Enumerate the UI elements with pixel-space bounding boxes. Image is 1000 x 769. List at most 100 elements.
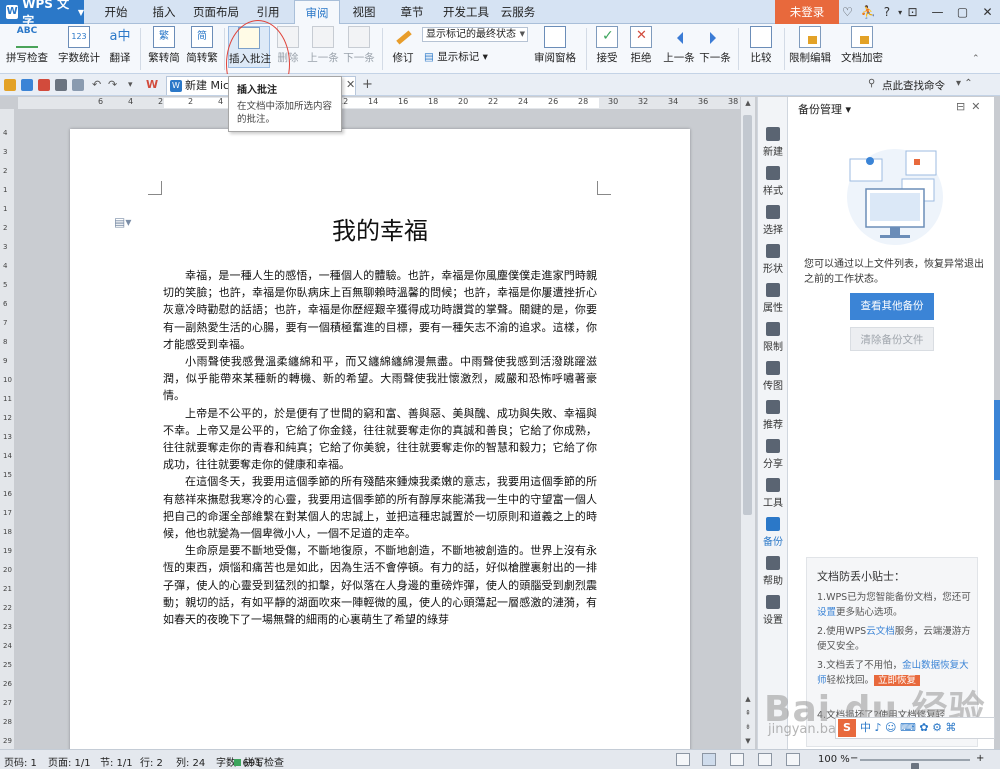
sidebar-item[interactable]: 选择 <box>758 205 788 236</box>
panel-title[interactable]: 备份管理 ▾ <box>798 101 851 117</box>
paragraph[interactable]: 在這個冬天，我要用這個季節的所有殘酷來鍾煉我柔嫩的意志，我要用這個季節的所有慈祥… <box>163 473 597 542</box>
sidebar-item[interactable]: 推荐 <box>758 400 788 431</box>
app-menu-button[interactable]: W WPS 文字 ▼ <box>0 0 84 28</box>
to-traditional-button[interactable]: 繁 繁转简 <box>146 26 182 65</box>
paragraph[interactable]: 生命原是要不斷地受傷，不斷地復原，不斷地創造，不斷地被創造的。世界上沒有永恆的東… <box>163 542 597 628</box>
tab-insert[interactable]: 插入 <box>144 0 184 24</box>
sidebar-item[interactable]: 分享 <box>758 439 788 470</box>
reading-mode-icon[interactable] <box>786 753 800 766</box>
command-search-link[interactable]: 点此查找命令 <box>882 78 945 93</box>
sidebar-item[interactable]: 工具 <box>758 478 788 509</box>
open-icon[interactable] <box>4 79 16 91</box>
skin-icon[interactable]: ♡ <box>842 5 853 19</box>
scroll-thumb[interactable] <box>743 115 752 515</box>
recover-now-button[interactable]: 立即恢复 <box>874 675 921 686</box>
web-view-icon[interactable] <box>758 753 772 766</box>
cloud-docs-link[interactable]: 云文档 <box>866 626 895 637</box>
review-pane-button[interactable]: 审阅窗格 <box>532 26 578 65</box>
user-icon[interactable]: ⛹ <box>861 5 876 19</box>
revise-button[interactable]: 修订 <box>386 26 420 65</box>
next-change-button[interactable]: 下一条 <box>698 26 732 65</box>
minimize-icon[interactable]: — <box>925 0 950 24</box>
prev-page-icon[interactable]: ⇞ <box>743 709 753 719</box>
paragraph[interactable]: 上帝是不公平的，於是便有了世間的窮和富、善與惡、美與醜、成功與失敗、幸福與不幸。… <box>163 405 597 474</box>
collapse-ribbon-icon[interactable]: ⌃ <box>972 54 980 64</box>
sidebar-item[interactable]: 限制 <box>758 322 788 353</box>
tab-start[interactable]: 开始 <box>96 0 136 24</box>
tab-view[interactable]: 视图 <box>346 0 382 24</box>
sidebar-item[interactable]: 新建 <box>758 127 788 158</box>
sidebar-item[interactable]: 设置 <box>758 595 788 626</box>
save-icon[interactable] <box>21 79 33 91</box>
undo-icon[interactable]: ↶ <box>92 79 104 91</box>
markup-mode-select[interactable]: 显示标记的最终状态 ▼ <box>422 27 528 42</box>
zoom-in-icon[interactable]: + <box>976 753 984 764</box>
compare-button[interactable]: 比较 <box>744 26 778 65</box>
page-view-icon[interactable] <box>702 753 716 766</box>
zoom-level[interactable]: 100 % <box>818 754 850 765</box>
settings-link[interactable]: 设置 <box>817 607 836 618</box>
tab-developer[interactable]: 开发工具 <box>438 0 494 24</box>
word-count-button[interactable]: 123 字数统计 <box>56 26 102 65</box>
sogou-icon: S <box>838 719 856 737</box>
next-page-icon[interactable]: ⇟ <box>743 723 753 733</box>
restore-ribbon-icon[interactable]: ⊡ <box>900 0 925 24</box>
login-button[interactable]: 未登录 <box>775 0 839 24</box>
document-title[interactable]: 我的幸福 <box>70 211 690 246</box>
document-body[interactable]: 幸福，是一種人生的感悟，一種個人的體驗。也許，幸福是你風塵僕僕走進家門時親切的笑… <box>163 267 597 628</box>
doc-encrypt-button[interactable]: 文档加密 <box>840 26 884 65</box>
vertical-scrollbar[interactable]: ▲ ▲ ⇞ ⇟ ▼ <box>741 97 755 749</box>
accept-button[interactable]: 接受 <box>592 26 622 65</box>
zoom-slider-knob[interactable] <box>911 763 919 769</box>
restrict-edit-button[interactable]: 限制编辑 <box>788 26 832 65</box>
fullscreen-icon[interactable] <box>676 753 690 766</box>
tab-review[interactable]: 审阅 <box>294 0 340 25</box>
tab-chapter[interactable]: 章节 <box>394 0 430 24</box>
translate-button[interactable]: a中 翻译 <box>104 26 136 65</box>
scroll-down-icon[interactable]: ▼ <box>743 737 753 747</box>
close-icon[interactable]: ✕ <box>346 78 355 91</box>
tab-page-layout[interactable]: 页面布局 <box>188 0 244 24</box>
paragraph[interactable]: 小雨聲使我感覺溫柔纏綿和平，而又纏綿纏綿漫無盡。中雨聲使我感到活潑跳躍滋潤，似乎… <box>163 353 597 405</box>
scroll-up-icon[interactable]: ▲ <box>743 99 753 109</box>
prev-change-button[interactable]: 上一条 <box>662 26 696 65</box>
tab-cloud[interactable]: 云服务 <box>498 0 538 24</box>
zoom-out-icon[interactable]: − <box>850 753 858 764</box>
scroll-up-icon[interactable]: ▲ <box>743 695 753 705</box>
expand-icon[interactable]: ▾ ⌃ <box>956 78 973 89</box>
zoom-slider[interactable] <box>860 759 970 769</box>
sidebar-item[interactable]: 传图 <box>758 361 788 392</box>
print-icon[interactable] <box>55 79 67 91</box>
add-tab-icon[interactable]: + <box>362 77 373 92</box>
sidebar-item[interactable]: 形状 <box>758 244 788 275</box>
paragraph[interactable]: 幸福，是一種人生的感悟，一種個人的體驗。也許，幸福是你風塵僕僕走進家門時親切的笑… <box>163 267 597 353</box>
spell-check-status[interactable]: 拼写检查 <box>234 754 284 769</box>
sidebar-item[interactable]: 样式 <box>758 166 788 197</box>
maximize-icon[interactable]: ▢ <box>950 0 975 24</box>
customize-icon[interactable]: ▾ <box>128 79 140 91</box>
pdf-icon[interactable] <box>38 79 50 91</box>
tip-text: 2.使用WPS <box>817 626 867 637</box>
view-backups-button[interactable]: 查看其他备份 <box>850 293 934 320</box>
wps-home-icon[interactable]: W <box>146 79 158 91</box>
close-icon[interactable]: ✕ <box>975 0 1000 24</box>
redo-icon[interactable]: ↷ <box>108 79 120 91</box>
close-icon[interactable]: ✕ <box>971 100 986 113</box>
to-simplified-button[interactable]: 简 简转繁 <box>184 26 220 65</box>
clear-backups-button[interactable]: 清除备份文件 <box>850 327 934 351</box>
spell-check-button[interactable]: ABC 拼写检查 <box>6 26 48 65</box>
help-icon[interactable]: ? <box>884 5 890 19</box>
panel-collapse-handle[interactable] <box>994 400 1000 480</box>
sidebar-item[interactable]: 帮助 <box>758 556 788 587</box>
preview-icon[interactable] <box>72 79 84 91</box>
reject-button[interactable]: 拒绝 <box>626 26 656 65</box>
ime-toolbar[interactable]: S 中 ♪ ☺ ⌨ ✿ ⚙ ⌘ <box>835 717 995 739</box>
next-comment-button[interactable]: 下一条 <box>342 26 376 65</box>
show-markup-button[interactable]: ▤ 显示标记 ▾ <box>424 49 494 64</box>
document-page[interactable]: ▤▾ 我的幸福 幸福，是一種人生的感悟，一種個人的體驗。也許，幸福是你風塵僕僕走… <box>70 129 690 769</box>
sidebar-item[interactable]: 备份 <box>758 517 788 548</box>
prev-comment-button[interactable]: 上一条 <box>306 26 340 65</box>
sidebar-item[interactable]: 属性 <box>758 283 788 314</box>
outline-view-icon[interactable] <box>730 753 744 766</box>
pin-icon[interactable]: ⊟ <box>956 100 971 113</box>
